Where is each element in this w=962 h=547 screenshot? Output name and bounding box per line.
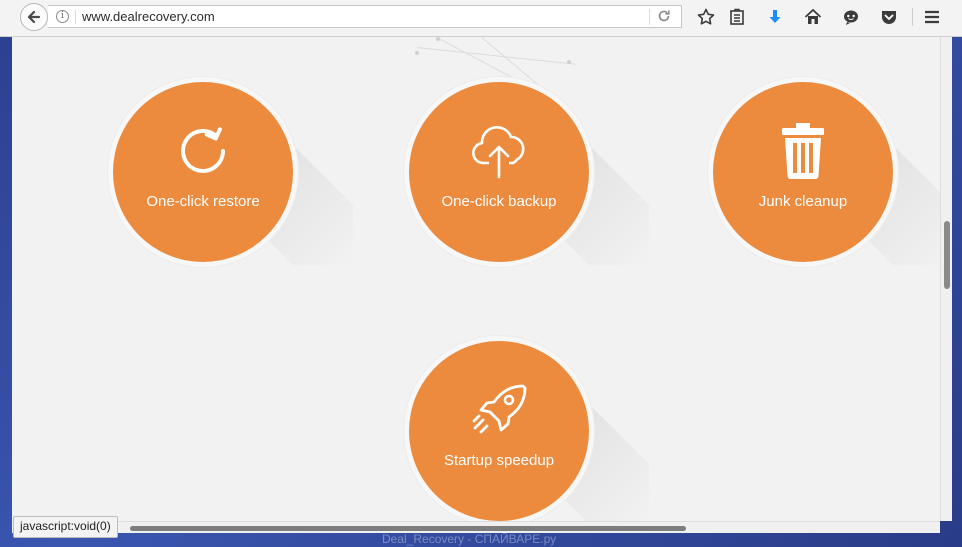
feature-label: One-click backup [441,193,557,210]
feature-one-click-backup[interactable]: One-click backup [404,77,649,267]
decorative-dot [567,60,571,64]
download-icon [769,10,781,23]
pocket-button[interactable] [879,7,899,27]
browser-toolbar: i www.dealrecovery.com [0,0,962,37]
reload-button[interactable] [656,8,672,24]
reload-icon [658,10,670,22]
bookmark-button[interactable] [696,7,716,27]
star-icon [697,8,715,25]
back-button[interactable] [20,3,48,31]
rocket-icon [467,378,531,442]
trash-icon [771,119,835,183]
chat-button[interactable] [841,7,861,27]
home-icon [804,8,822,24]
address-bar[interactable]: i www.dealrecovery.com [48,5,682,28]
horizontal-scroll-thumb[interactable] [130,526,686,531]
chat-icon [844,10,858,25]
decorative-dot [436,37,440,41]
feature-one-click-restore[interactable]: One-click restore [108,77,353,267]
back-arrow-icon [27,10,41,24]
pocket-icon [882,11,896,24]
reading-list-icon [730,8,744,25]
reading-list-button[interactable] [727,7,747,27]
feature-label: Junk cleanup [758,193,848,210]
reload-separator [649,9,650,25]
feature-startup-speedup[interactable]: Startup speedup [404,336,649,521]
feature-label: One-click restore [146,193,260,210]
info-icon[interactable]: i [56,10,69,23]
download-button[interactable] [765,7,785,27]
feature-label: Startup speedup [443,452,555,469]
vertical-scrollbar[interactable] [940,37,952,521]
feature-junk-cleanup[interactable]: Junk cleanup [708,77,940,267]
urlbar-separator [75,10,76,24]
home-button[interactable] [803,7,823,27]
vertical-scroll-thumb[interactable] [944,221,950,289]
menu-button[interactable] [922,7,942,27]
toolbar-divider [912,8,913,26]
hamburger-menu-icon [925,10,939,24]
cloud-upload-icon [467,119,531,183]
status-bar: javascript:void(0) [13,516,118,538]
restore-icon [171,119,235,183]
url-text[interactable]: www.dealrecovery.com [82,9,215,24]
decorative-dot [415,51,419,55]
page-content: One-click restore One-click backup Junk … [12,37,940,521]
watermark-text: Deal_Recovery - СПАЙВАРЕ.ру [382,532,557,546]
